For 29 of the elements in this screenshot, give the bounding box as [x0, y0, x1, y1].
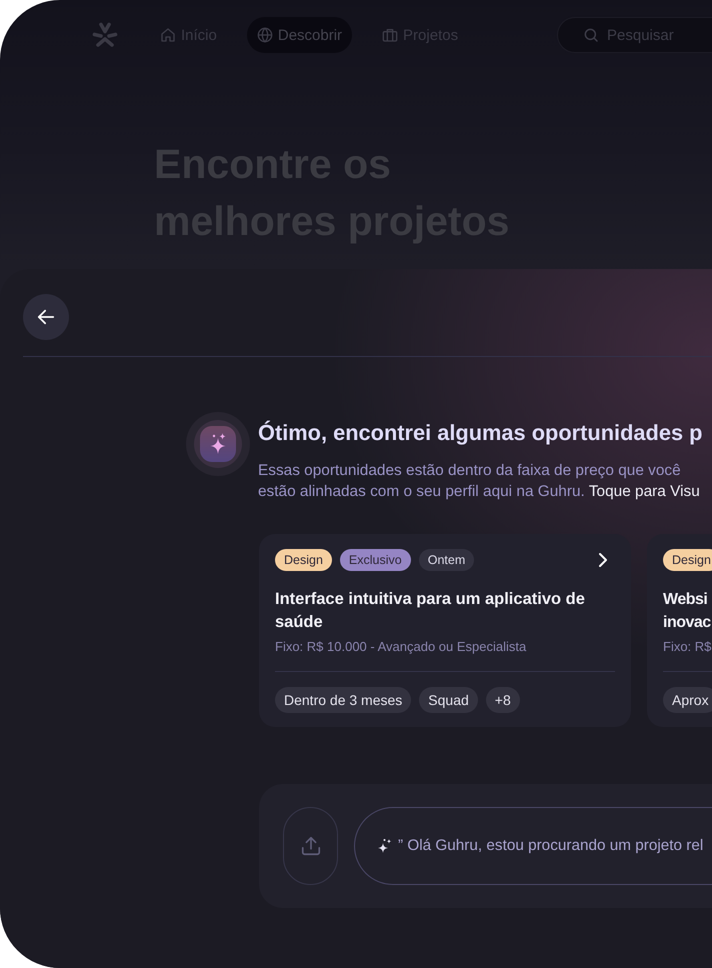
price-text: Fixo: R$ 10.000 - Avançado ou Especialista — [275, 638, 528, 656]
chevron-right-icon — [598, 552, 608, 568]
detail-chip: Squad — [419, 687, 478, 713]
tag: Design — [275, 549, 332, 571]
sparkles-icon — [186, 412, 250, 476]
project-title: Interface intuitiva para um aplicativo de saúde — [275, 589, 586, 633]
tag: Exclusivo — [340, 549, 411, 571]
search-icon — [583, 27, 599, 43]
upload-icon — [300, 835, 322, 857]
message-input-field[interactable]: ” Olá Guhru, estou procurando um projeto rel — [354, 807, 712, 885]
message-text: Essas oportunidades estão dentro da faixa de preço que você estão alinhadas com o seu perfil aqui na Guhru. Toque para Visu — [258, 461, 700, 502]
globe-icon — [256, 27, 273, 43]
project-title: Websi inovac — [663, 590, 711, 633]
project-card[interactable]: Design Websi inovac Fixo: R$ Aprox — [647, 534, 712, 727]
sparkles-icon — [377, 838, 393, 854]
tag: Ontem — [418, 549, 474, 571]
detail-chip: +8 — [486, 687, 520, 713]
logo-icon — [92, 22, 118, 48]
detail-chip: Aprox — [663, 687, 712, 713]
project-card[interactable]: Design Exclusivo Ontem Interface intuitiva para um aplicativo de saúde Fixo: R$ 10.000 - Avançado ou Especialista Dentro de 3 meses Squad +8 — [259, 534, 631, 727]
message-heading: Ótimo, encontrei algumas oportunidades p — [258, 420, 702, 446]
tag: Design — [663, 549, 712, 571]
view-link[interactable]: Toque para Visu — [588, 483, 700, 500]
arrow-left-icon — [37, 308, 55, 326]
price-text: Fixo: R$ — [663, 638, 712, 656]
detail-chip: Dentro de 3 meses — [275, 687, 412, 713]
briefcase-icon — [382, 27, 398, 43]
back-button[interactable] — [23, 294, 69, 340]
home-icon — [160, 27, 176, 43]
